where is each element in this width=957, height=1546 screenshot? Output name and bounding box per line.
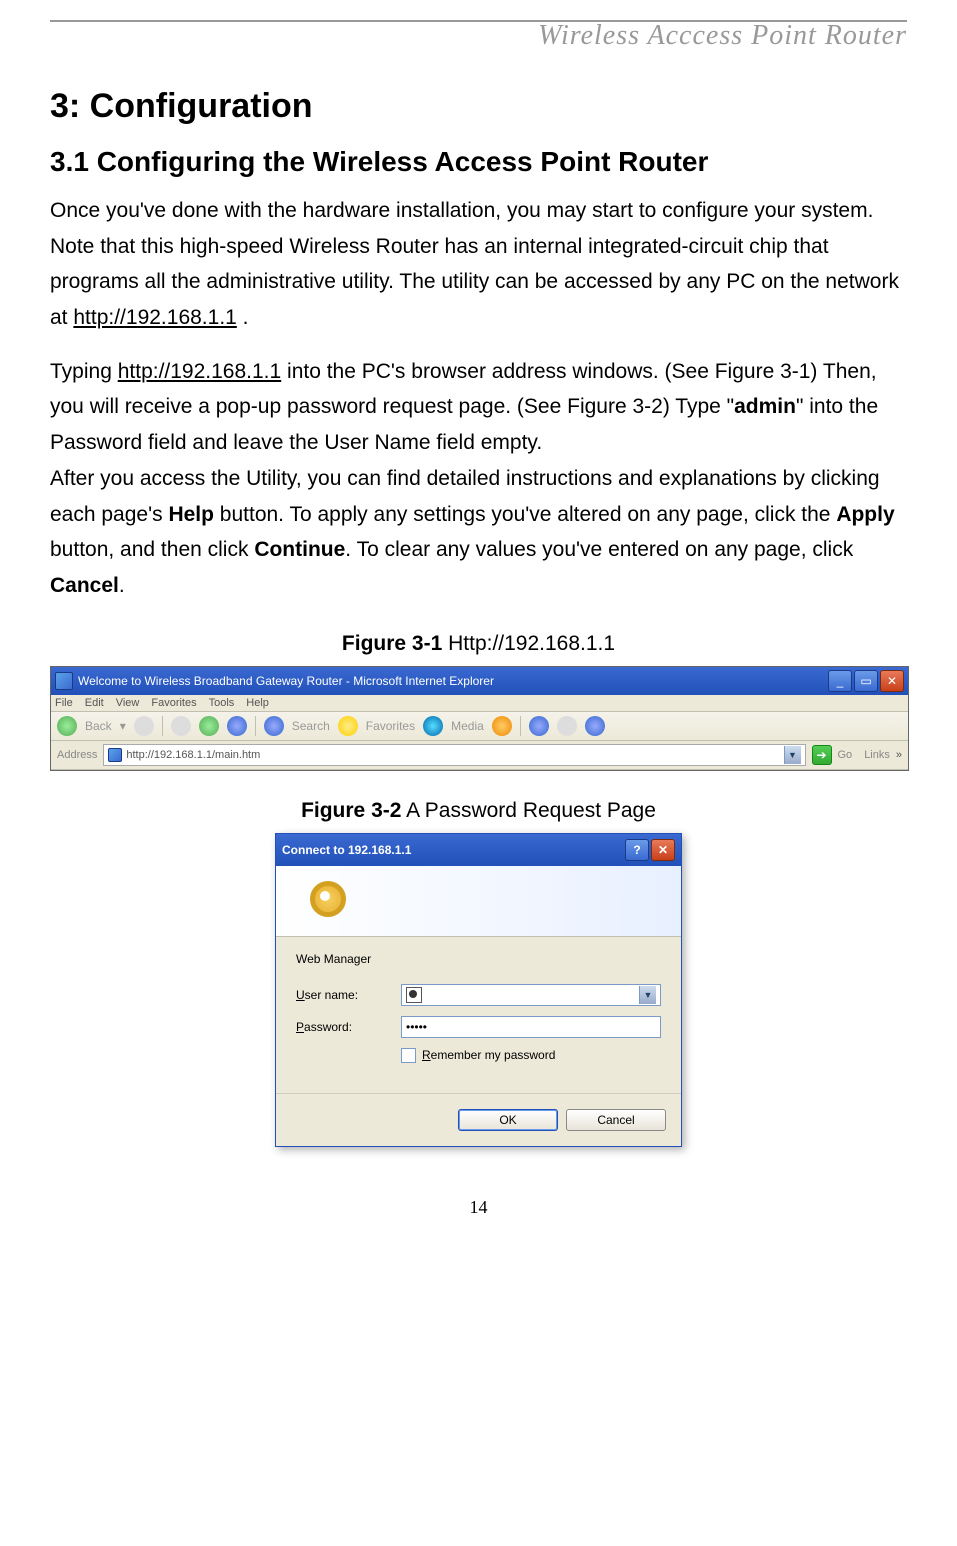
back-button[interactable]: Back (85, 719, 112, 733)
address-label: Address (57, 749, 97, 761)
paragraph-3: After you access the Utility, you can fi… (50, 461, 907, 604)
menu-help[interactable]: Help (246, 697, 269, 709)
mail-icon[interactable] (529, 716, 549, 736)
search-icon[interactable] (264, 716, 284, 736)
user-icon (406, 987, 422, 1003)
search-button[interactable]: Search (292, 719, 330, 733)
media-icon[interactable] (423, 716, 443, 736)
home-icon[interactable] (227, 716, 247, 736)
running-header: Wireless Acccess Point Router (50, 20, 907, 52)
menu-view[interactable]: View (116, 697, 140, 709)
realm-label: Web Manager (296, 952, 661, 966)
address-dropdown-icon[interactable]: ▼ (784, 746, 801, 764)
header-rule: Wireless Acccess Point Router (50, 20, 907, 52)
help-button[interactable]: ? (625, 839, 649, 861)
paragraph-2: Typing http://192.168.1.1 into the PC's … (50, 354, 907, 461)
figure-3-1-caption: Figure 3-1 Http://192.168.1.1 (50, 632, 907, 656)
forward-icon (134, 716, 154, 736)
remember-label[interactable]: Remember my password (422, 1048, 555, 1062)
ie-toolbar: Back ▾ Search Favorites Media (51, 712, 908, 741)
minimize-button[interactable]: _ (828, 670, 852, 692)
edit-icon[interactable] (585, 716, 605, 736)
close-button[interactable]: ✕ (880, 670, 904, 692)
ie-titlebar: Welcome to Wireless Broadband Gateway Ro… (51, 667, 908, 695)
page-number: 14 (50, 1197, 907, 1218)
print-icon[interactable] (557, 716, 577, 736)
ie-menubar: File Edit View Favorites Tools Help (51, 695, 908, 712)
figure-3-2-screenshot: Connect to 192.168.1.1 ? ✕ Web Manager U… (50, 833, 907, 1147)
password-field[interactable]: ••••• (401, 1016, 661, 1038)
dialog-title: Connect to 192.168.1.1 (282, 843, 411, 857)
section-heading: 3.1 Configuring the Wireless Access Poin… (50, 146, 907, 178)
ie-app-icon (55, 672, 73, 690)
url-link-1[interactable]: http://192.168.1.1 (73, 306, 236, 329)
menu-tools[interactable]: Tools (209, 697, 235, 709)
chapter-heading: 3: Configuration (50, 87, 907, 126)
paragraph-1: Once you've done with the hardware insta… (50, 193, 907, 336)
menu-edit[interactable]: Edit (85, 697, 104, 709)
ie-addressbar: Address http://192.168.1.1/main.htm ▼ ➔ … (51, 741, 908, 770)
dialog-titlebar: Connect to 192.168.1.1 ? ✕ (276, 834, 681, 866)
ie-window-title: Welcome to Wireless Broadband Gateway Ro… (78, 674, 494, 688)
chevron-down-icon[interactable]: ▼ (639, 986, 656, 1004)
menu-file[interactable]: File (55, 697, 73, 709)
page-icon (108, 748, 122, 762)
username-label: UUser name:ser name: (296, 988, 401, 1002)
ok-button[interactable]: OK (458, 1109, 558, 1131)
go-button-icon[interactable]: ➔ (812, 745, 832, 765)
figure-3-2-caption: Figure 3-2 A Password Request Page (50, 799, 907, 823)
address-input[interactable]: http://192.168.1.1/main.htm ▼ (103, 744, 805, 766)
cancel-button[interactable]: Cancel (566, 1109, 666, 1131)
username-field[interactable]: ▼ (401, 984, 661, 1006)
history-icon[interactable] (492, 716, 512, 736)
menu-favorites[interactable]: Favorites (151, 697, 196, 709)
figure-3-1-screenshot: Welcome to Wireless Broadband Gateway Ro… (50, 666, 909, 771)
media-button[interactable]: Media (451, 719, 484, 733)
back-icon[interactable] (57, 716, 77, 736)
favorites-button[interactable]: Favorites (366, 719, 415, 733)
links-label[interactable]: Links (864, 749, 890, 761)
keys-icon (296, 881, 346, 921)
stop-icon[interactable] (171, 716, 191, 736)
go-button[interactable]: Go (838, 749, 853, 761)
remember-checkbox[interactable] (401, 1048, 416, 1063)
dialog-banner (276, 866, 681, 937)
auth-dialog: Connect to 192.168.1.1 ? ✕ Web Manager U… (275, 833, 682, 1147)
password-label: Password: (296, 1020, 401, 1034)
favorites-icon[interactable] (338, 716, 358, 736)
refresh-icon[interactable] (199, 716, 219, 736)
url-link-2[interactable]: http://192.168.1.1 (118, 360, 281, 383)
close-button[interactable]: ✕ (651, 839, 675, 861)
maximize-button[interactable]: ▭ (854, 670, 878, 692)
